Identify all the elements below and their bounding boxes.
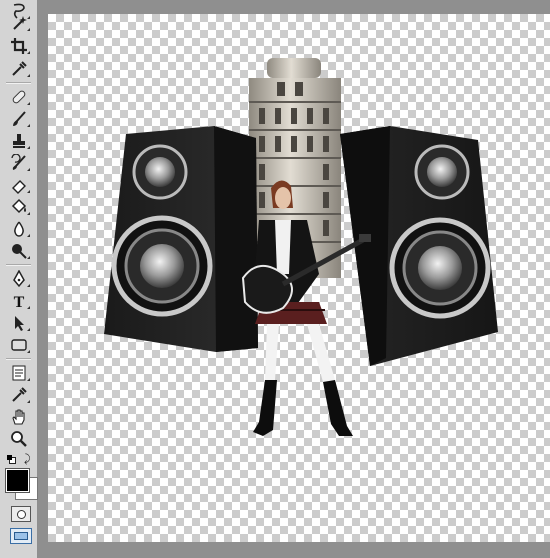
crop-tool[interactable]	[5, 35, 32, 56]
brush-icon	[12, 110, 26, 126]
hand-icon	[11, 408, 25, 425]
healing-brush-tool[interactable]	[5, 86, 32, 107]
tools-panel: T ⤸	[0, 0, 38, 558]
path-selection-tool[interactable]	[5, 312, 32, 333]
arrow-icon	[14, 315, 24, 331]
bandage-icon	[12, 90, 25, 103]
screen-mode-icon	[14, 532, 28, 540]
eyedropper-tool[interactable]	[5, 58, 32, 79]
rectangle-icon	[10, 338, 27, 351]
magic-wand-tool[interactable]	[5, 12, 32, 33]
swap-colors-icon[interactable]: ⤸	[24, 453, 36, 465]
notes-icon	[12, 365, 25, 380]
history-brush-icon	[10, 153, 26, 170]
svg-text:T: T	[13, 294, 24, 310]
foreground-color-swatch[interactable]	[5, 468, 30, 493]
blur-icon	[13, 221, 24, 237]
pen-icon	[12, 269, 25, 287]
eraser-icon	[11, 179, 26, 194]
canvas-area	[38, 0, 550, 558]
zoom-tool[interactable]	[5, 428, 32, 449]
dodge-icon	[11, 243, 27, 259]
dodge-tool[interactable]	[5, 240, 32, 261]
stamp-icon	[12, 133, 25, 148]
clone-stamp-tool[interactable]	[5, 130, 32, 151]
guitarist-layer	[241, 180, 371, 436]
quick-mask-icon	[16, 509, 26, 519]
pen-tool[interactable]	[5, 268, 32, 289]
type-tool[interactable]: T	[5, 290, 32, 311]
shape-tool[interactable]	[5, 334, 32, 355]
quick-mask-button[interactable]	[11, 506, 31, 522]
eraser-tool[interactable]	[5, 174, 32, 195]
default-colors-icon[interactable]	[7, 455, 16, 464]
blur-tool[interactable]	[5, 218, 32, 239]
document-canvas[interactable]	[48, 14, 550, 542]
eyedropper-icon	[11, 386, 27, 402]
type-icon: T	[13, 294, 24, 310]
crop-icon	[10, 37, 27, 54]
brush-tool[interactable]	[5, 108, 32, 129]
color-sampler-tool[interactable]	[5, 384, 32, 405]
history-brush-tool[interactable]	[5, 152, 32, 173]
screen-mode-button[interactable]	[10, 528, 32, 544]
notes-tool[interactable]	[5, 362, 32, 383]
magic-wand-icon	[12, 15, 27, 30]
paint-bucket-icon	[11, 198, 26, 213]
hand-tool[interactable]	[5, 406, 32, 427]
eyedropper-icon	[11, 60, 27, 76]
paint-bucket-tool[interactable]	[5, 196, 32, 217]
magnifier-icon	[10, 430, 27, 447]
